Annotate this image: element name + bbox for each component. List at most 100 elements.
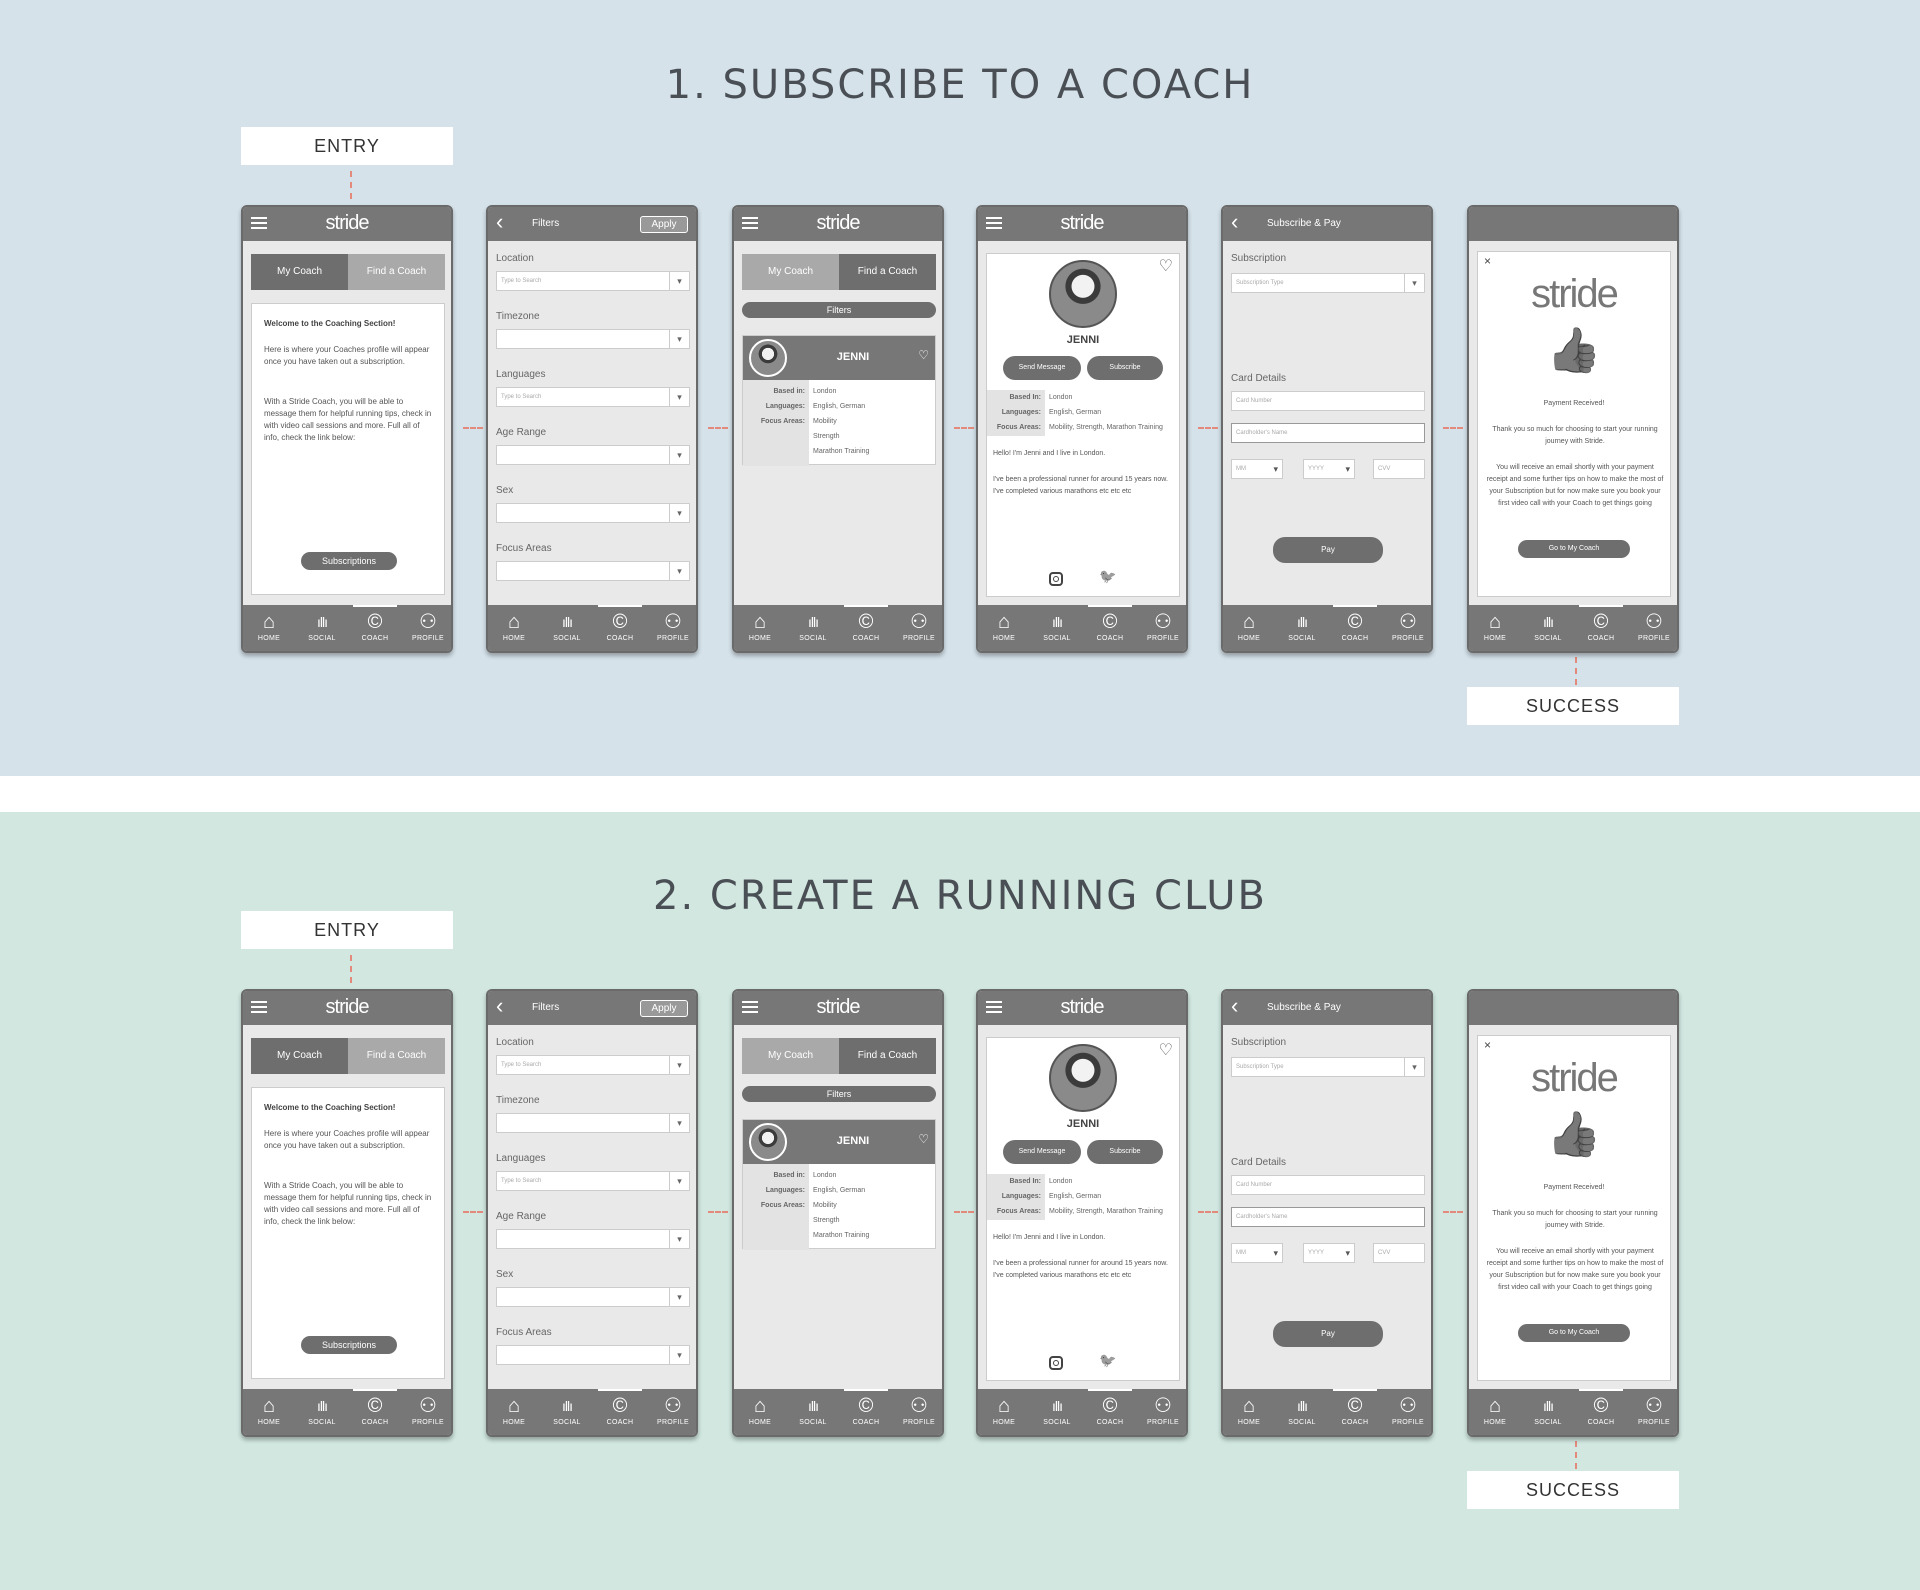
nav-social[interactable]: ıllı SOCIAL bbox=[1522, 609, 1574, 642]
pay-button[interactable]: Pay bbox=[1273, 1321, 1383, 1347]
twitter-icon[interactable]: 🐦 bbox=[1099, 1352, 1116, 1369]
apply-button[interactable]: Apply bbox=[640, 216, 688, 233]
nav-social[interactable]: ıllı SOCIAL bbox=[296, 609, 348, 642]
nav-coach[interactable]: © COACH bbox=[349, 605, 401, 642]
instagram-icon[interactable] bbox=[1049, 572, 1063, 586]
back-arrow-icon[interactable]: ‹ bbox=[496, 993, 503, 1019]
back-arrow-icon[interactable]: ‹ bbox=[496, 209, 503, 235]
coach-card[interactable]: JENNI ♡ Based in: Languages: Focus Areas: Lon… bbox=[742, 335, 936, 466]
card-number-field[interactable]: Card Number bbox=[1231, 1175, 1425, 1195]
filter-select-1[interactable]: ▾ bbox=[496, 1113, 690, 1133]
nav-home[interactable]: ⌂ HOME bbox=[1223, 609, 1275, 642]
nav-profile[interactable]: ⚇ PROFILE bbox=[647, 1393, 696, 1426]
cardholder-name-field[interactable]: Cardholder's Name bbox=[1231, 1207, 1425, 1227]
nav-profile[interactable]: ⚇ PROFILE bbox=[647, 609, 696, 642]
nav-home[interactable]: ⌂ HOME bbox=[1223, 1393, 1275, 1426]
nav-coach[interactable]: © COACH bbox=[594, 605, 646, 642]
go-to-my-coach-button[interactable]: Go to My Coach bbox=[1518, 540, 1630, 558]
back-arrow-icon[interactable]: ‹ bbox=[1231, 209, 1238, 235]
nav-profile[interactable]: ⚇ PROFILE bbox=[1137, 1393, 1186, 1426]
yyyy-field[interactable]: YYYY ▾ bbox=[1303, 1243, 1355, 1263]
apply-button[interactable]: Apply bbox=[640, 1000, 688, 1017]
filter-select-3[interactable]: ▾ bbox=[496, 1229, 690, 1249]
cardholder-name-field[interactable]: Cardholder's Name bbox=[1231, 423, 1425, 443]
nav-coach[interactable]: © COACH bbox=[840, 605, 892, 642]
nav-profile[interactable]: ⚇ PROFILE bbox=[402, 609, 451, 642]
nav-social[interactable]: ıllı SOCIAL bbox=[1276, 609, 1328, 642]
tab-my-coach[interactable]: My Coach bbox=[251, 1038, 348, 1074]
go-to-my-coach-button[interactable]: Go to My Coach bbox=[1518, 1324, 1630, 1342]
nav-coach[interactable]: © COACH bbox=[1575, 1389, 1627, 1426]
heart-icon[interactable]: ♡ bbox=[1159, 1040, 1173, 1060]
filter-select-0[interactable]: Type to Search ▾ bbox=[496, 1055, 690, 1075]
send-message-button[interactable]: Send Message bbox=[1003, 356, 1081, 380]
nav-home[interactable]: ⌂ HOME bbox=[243, 609, 295, 642]
nav-profile[interactable]: ⚇ PROFILE bbox=[1382, 1393, 1431, 1426]
nav-home[interactable]: ⌂ HOME bbox=[488, 609, 540, 642]
subscribe-button[interactable]: Subscribe bbox=[1087, 356, 1163, 380]
mm-field[interactable]: MM ▾ bbox=[1231, 1243, 1283, 1263]
subscribe-button[interactable]: Subscribe bbox=[1087, 1140, 1163, 1164]
filter-select-2[interactable]: Type to Search ▾ bbox=[496, 1171, 690, 1191]
nav-social[interactable]: ıllı SOCIAL bbox=[787, 609, 839, 642]
tab-find-coach[interactable]: Find a Coach bbox=[839, 1038, 936, 1074]
heart-icon[interactable]: ♡ bbox=[918, 1132, 929, 1146]
filter-select-5[interactable]: ▾ bbox=[496, 1345, 690, 1365]
subscription-type-select[interactable]: Subscription Type ▾ bbox=[1231, 273, 1425, 293]
nav-profile[interactable]: ⚇ PROFILE bbox=[1137, 609, 1186, 642]
nav-social[interactable]: ıllı SOCIAL bbox=[1522, 1393, 1574, 1426]
nav-profile[interactable]: ⚇ PROFILE bbox=[1628, 1393, 1677, 1426]
cvv-field[interactable]: CVV bbox=[1373, 1243, 1425, 1263]
nav-social[interactable]: ıllı SOCIAL bbox=[1031, 609, 1083, 642]
nav-coach[interactable]: © COACH bbox=[349, 1389, 401, 1426]
mm-field[interactable]: MM ▾ bbox=[1231, 459, 1283, 479]
nav-coach[interactable]: © COACH bbox=[1575, 605, 1627, 642]
twitter-icon[interactable]: 🐦 bbox=[1099, 568, 1116, 585]
instagram-icon[interactable] bbox=[1049, 1356, 1063, 1370]
filter-select-2[interactable]: Type to Search ▾ bbox=[496, 387, 690, 407]
pay-button[interactable]: Pay bbox=[1273, 537, 1383, 563]
nav-social[interactable]: ıllı SOCIAL bbox=[1031, 1393, 1083, 1426]
tab-my-coach[interactable]: My Coach bbox=[742, 254, 839, 290]
filter-select-5[interactable]: ▾ bbox=[496, 561, 690, 581]
nav-home[interactable]: ⌂ HOME bbox=[243, 1393, 295, 1426]
nav-home[interactable]: ⌂ HOME bbox=[734, 609, 786, 642]
nav-coach[interactable]: © COACH bbox=[1329, 605, 1381, 642]
nav-home[interactable]: ⌂ HOME bbox=[488, 1393, 540, 1426]
tab-find-coach[interactable]: Find a Coach bbox=[839, 254, 936, 290]
close-icon[interactable]: × bbox=[1484, 1038, 1491, 1052]
nav-profile[interactable]: ⚇ PROFILE bbox=[1628, 609, 1677, 642]
close-icon[interactable]: × bbox=[1484, 254, 1491, 268]
nav-profile[interactable]: ⚇ PROFILE bbox=[402, 1393, 451, 1426]
tab-find-coach[interactable]: Find a Coach bbox=[348, 1038, 445, 1074]
tab-my-coach[interactable]: My Coach bbox=[742, 1038, 839, 1074]
nav-social[interactable]: ıllı SOCIAL bbox=[541, 609, 593, 642]
nav-home[interactable]: ⌂ HOME bbox=[1469, 1393, 1521, 1426]
nav-social[interactable]: ıllı SOCIAL bbox=[296, 1393, 348, 1426]
nav-profile[interactable]: ⚇ PROFILE bbox=[893, 609, 942, 642]
nav-profile[interactable]: ⚇ PROFILE bbox=[1382, 609, 1431, 642]
nav-coach[interactable]: © COACH bbox=[840, 1389, 892, 1426]
nav-social[interactable]: ıllı SOCIAL bbox=[787, 1393, 839, 1426]
nav-home[interactable]: ⌂ HOME bbox=[1469, 609, 1521, 642]
filter-select-0[interactable]: Type to Search ▾ bbox=[496, 271, 690, 291]
tab-find-coach[interactable]: Find a Coach bbox=[348, 254, 445, 290]
filters-button[interactable]: Filters bbox=[742, 1086, 936, 1102]
subscriptions-button[interactable]: Subscriptions bbox=[301, 1336, 397, 1354]
subscriptions-button[interactable]: Subscriptions bbox=[301, 552, 397, 570]
nav-home[interactable]: ⌂ HOME bbox=[734, 1393, 786, 1426]
nav-home[interactable]: ⌂ HOME bbox=[978, 1393, 1030, 1426]
filter-select-1[interactable]: ▾ bbox=[496, 329, 690, 349]
filters-button[interactable]: Filters bbox=[742, 302, 936, 318]
subscription-type-select[interactable]: Subscription Type ▾ bbox=[1231, 1057, 1425, 1077]
nav-social[interactable]: ıllı SOCIAL bbox=[541, 1393, 593, 1426]
nav-social[interactable]: ıllı SOCIAL bbox=[1276, 1393, 1328, 1426]
nav-home[interactable]: ⌂ HOME bbox=[978, 609, 1030, 642]
filter-select-3[interactable]: ▾ bbox=[496, 445, 690, 465]
nav-coach[interactable]: © COACH bbox=[1084, 1389, 1136, 1426]
back-arrow-icon[interactable]: ‹ bbox=[1231, 993, 1238, 1019]
cvv-field[interactable]: CVV bbox=[1373, 459, 1425, 479]
send-message-button[interactable]: Send Message bbox=[1003, 1140, 1081, 1164]
filter-select-4[interactable]: ▾ bbox=[496, 503, 690, 523]
yyyy-field[interactable]: YYYY ▾ bbox=[1303, 459, 1355, 479]
